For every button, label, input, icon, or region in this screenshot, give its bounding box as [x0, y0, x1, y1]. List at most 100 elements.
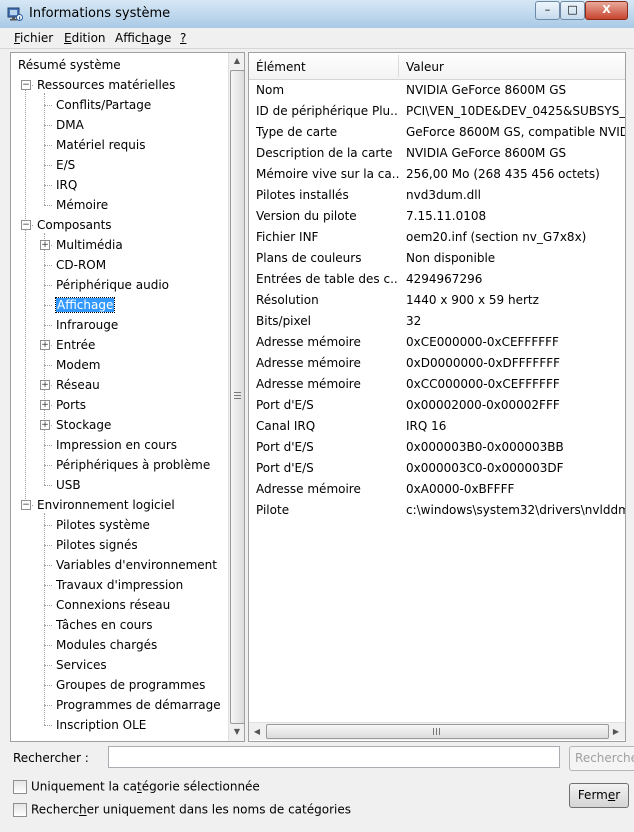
menu-affichage[interactable]: Affichage: [115, 31, 171, 45]
collapse-icon[interactable]: −: [21, 80, 31, 90]
list-row[interactable]: Entrées de table des c... 4294967296: [249, 269, 625, 290]
menu-fichier[interactable]: Fichier: [14, 31, 53, 45]
tree-item-modules-charges[interactable]: Modules chargés: [56, 635, 157, 655]
minimize-button[interactable]: –: [535, 1, 560, 20]
option-category-names-only[interactable]: Rechercher uniquement dans les noms de c…: [13, 801, 351, 819]
expand-icon[interactable]: +: [40, 240, 50, 250]
tree-item-reseau[interactable]: Réseau: [56, 375, 100, 395]
cell-element: Version du pilote: [256, 209, 357, 223]
list-row[interactable]: Fichier INF oem20.inf (section nv_G7x8x): [249, 227, 625, 248]
scroll-right-arrow-icon[interactable]: ▶: [608, 723, 624, 740]
collapse-icon[interactable]: −: [21, 220, 31, 230]
tree-item-dma[interactable]: DMA: [56, 115, 84, 135]
tree-scroll-thumb[interactable]: [230, 70, 244, 724]
tree-item-e-s[interactable]: E/S: [56, 155, 75, 175]
tree-item-cd-rom[interactable]: CD-ROM: [56, 255, 106, 275]
list-row[interactable]: Port d'E/S 0x000003B0-0x000003BB: [249, 437, 625, 458]
tree-item-ressources-materielles[interactable]: Ressources matérielles: [37, 75, 175, 95]
list-row[interactable]: ID de périphérique Plu... PCI\VEN_10DE&DE…: [249, 101, 625, 122]
checkbox-category-names-only[interactable]: [13, 802, 27, 817]
tree-item-impression-en-cours[interactable]: Impression en cours: [56, 435, 177, 455]
list-row[interactable]: Type de carte GeForce 8600M GS, compatibl…: [249, 122, 625, 143]
tree-item-peripheriques-a-probleme[interactable]: Périphériques à problème: [56, 455, 210, 475]
tree-item-label: Ports: [56, 398, 87, 412]
list-row[interactable]: Port d'E/S 0x00002000-0x00002FFF: [249, 395, 625, 416]
scroll-up-arrow-icon[interactable]: ▲: [229, 53, 244, 69]
close-button[interactable]: Fermer: [569, 783, 629, 808]
list-row[interactable]: Canal IRQ IRQ 16: [249, 416, 625, 437]
tree-item-memoire[interactable]: Mémoire: [56, 195, 108, 215]
option-selected-category-only[interactable]: Uniquement la catégorie sélectionnée: [13, 778, 260, 796]
system-info-icon: [7, 7, 23, 21]
expand-icon[interactable]: +: [40, 380, 50, 390]
tree-item-pilotes-signes[interactable]: Pilotes signés: [56, 535, 138, 555]
tree-item-multimedia[interactable]: Multimédia: [56, 235, 123, 255]
tree-item-variables-d-environnement[interactable]: Variables d'environnement: [56, 555, 217, 575]
list-row[interactable]: Pilote c:\windows\system32\drivers\nvlddm: [249, 500, 625, 521]
collapse-icon[interactable]: −: [21, 500, 31, 510]
menu-help[interactable]: ?: [180, 31, 186, 45]
tree-item-label: Mémoire: [56, 198, 109, 212]
list-row[interactable]: Adresse mémoire 0xD0000000-0xDFFFFFFF: [249, 353, 625, 374]
tree-item-materiel-requis[interactable]: Matériel requis: [56, 135, 145, 155]
list-row[interactable]: Adresse mémoire 0xCC000000-0xCEFFFFFF: [249, 374, 625, 395]
tree-item-modem[interactable]: Modem: [56, 355, 100, 375]
list-row[interactable]: Adresse mémoire 0xCE000000-0xCEFFFFFF: [249, 332, 625, 353]
tree-item-infrarouge[interactable]: Infrarouge: [56, 315, 118, 335]
category-tree[interactable]: Résumé système Ressources matérielles − Co…: [10, 52, 245, 742]
find-button[interactable]: Rechercher: [569, 746, 634, 771]
list-row[interactable]: Adresse mémoire 0xA0000-0xBFFFF: [249, 479, 625, 500]
tree-item-conflits-partage[interactable]: Conflits/Partage: [56, 95, 151, 115]
list-row[interactable]: Mémoire vive sur la ca... 256,00 Mo (268 …: [249, 164, 625, 185]
tree-item-label: Programmes de démarrage: [56, 698, 221, 712]
tree-vertical-scrollbar[interactable]: ▲ ▼: [228, 53, 244, 741]
scroll-down-arrow-icon[interactable]: ▼: [229, 724, 244, 740]
tree-item-environnement-logiciel[interactable]: Environnement logiciel: [37, 495, 175, 515]
tree-item-stockage[interactable]: Stockage: [56, 415, 111, 435]
list-row[interactable]: Résolution 1440 x 900 x 59 hertz: [249, 290, 625, 311]
list-row[interactable]: Bits/pixel 32: [249, 311, 625, 332]
tree-item-usb[interactable]: USB: [56, 475, 81, 495]
list-horizontal-scrollbar[interactable]: ◀ ▶: [249, 722, 625, 740]
list-row[interactable]: Nom NVIDIA GeForce 8600M GS: [249, 80, 625, 101]
tree-item-affichage[interactable]: Affichage: [54, 295, 116, 315]
details-list[interactable]: Élément Valeur Nom NVIDIA GeForce 8600M G…: [248, 52, 626, 742]
tree-item-programmes-de-demarrage[interactable]: Programmes de démarrage: [56, 695, 221, 715]
list-row[interactable]: Pilotes installés nvd3dum.dll: [249, 185, 625, 206]
tree-item-composants[interactable]: Composants: [37, 215, 112, 235]
expand-icon[interactable]: +: [40, 340, 50, 350]
cell-element: Port d'E/S: [256, 398, 314, 412]
column-header-element[interactable]: Élément: [256, 60, 306, 74]
tree-item-pilotes-systeme[interactable]: Pilotes système: [56, 515, 150, 535]
checkbox-selected-category-only[interactable]: [13, 779, 27, 794]
close-window-button[interactable]: X: [585, 1, 628, 20]
tree-item-label: CD-ROM: [56, 258, 107, 272]
tree-item-label: Inscription OLE: [56, 718, 147, 732]
list-row[interactable]: Version du pilote 7.15.11.0108: [249, 206, 625, 227]
tree-item-travaux-d-impression[interactable]: Travaux d'impression: [56, 575, 183, 595]
column-header-value[interactable]: Valeur: [406, 60, 444, 74]
tree-item-services[interactable]: Services: [56, 655, 107, 675]
tree-item-taches-en-cours[interactable]: Tâches en cours: [56, 615, 152, 635]
list-scroll-thumb[interactable]: [266, 724, 609, 739]
scroll-left-arrow-icon[interactable]: ◀: [249, 723, 265, 740]
list-row[interactable]: Description de la carte NVIDIA GeForce 86…: [249, 143, 625, 164]
tree-item-ports[interactable]: Ports: [56, 395, 86, 415]
maximize-button[interactable]: □: [560, 1, 585, 20]
tree-item-irq[interactable]: IRQ: [56, 175, 77, 195]
tree-item-connexions-reseau[interactable]: Connexions réseau: [56, 595, 170, 615]
list-row[interactable]: Port d'E/S 0x000003C0-0x000003DF: [249, 458, 625, 479]
tree-item-inscription-ole[interactable]: Inscription OLE: [56, 715, 146, 735]
search-input[interactable]: [108, 746, 560, 768]
cell-element: Entrées de table des c...: [256, 272, 399, 286]
title-bar[interactable]: Informations système – □ X: [0, 0, 634, 29]
menu-edition[interactable]: Edition: [64, 31, 106, 45]
tree-root-system-summary[interactable]: Résumé système: [18, 55, 121, 75]
expand-icon[interactable]: +: [40, 420, 50, 430]
tree-item-peripherique-audio[interactable]: Périphérique audio: [56, 275, 169, 295]
list-row[interactable]: Plans de couleurs Non disponible: [249, 248, 625, 269]
tree-item-groupes-de-programmes[interactable]: Groupes de programmes: [56, 675, 205, 695]
tree-item-entree[interactable]: Entrée: [56, 335, 95, 355]
tree-item-label: Périphériques à problème: [56, 458, 211, 472]
expand-icon[interactable]: +: [40, 400, 50, 410]
